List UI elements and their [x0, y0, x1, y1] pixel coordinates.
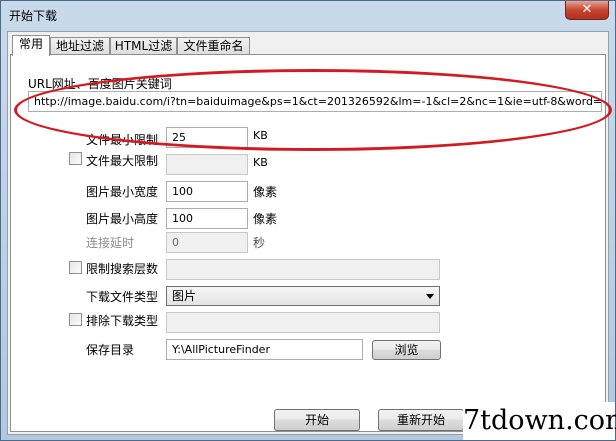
min-width-input[interactable]: 100 [166, 181, 248, 202]
min-width-unit: 像素 [253, 185, 278, 199]
delay-unit: 秒 [253, 236, 266, 250]
min-height-unit: 像素 [253, 212, 278, 226]
depth-input[interactable] [166, 259, 440, 280]
tab-address-filter[interactable]: 地址过滤 [50, 37, 110, 55]
min-height-input[interactable]: 100 [166, 208, 248, 229]
depth-checkbox[interactable] [69, 261, 82, 274]
min-size-unit: KB [253, 129, 268, 142]
max-size-input[interactable] [166, 154, 248, 175]
tab-panel-common: URL网址、百度图片关键词 http://image.baidu.com/i?t… [10, 54, 606, 432]
min-width-label: 图片最小宽度 [86, 185, 159, 199]
start-button[interactable]: 开始 [274, 409, 360, 431]
browse-button[interactable]: 浏览 [372, 340, 441, 360]
file-type-label: 下载文件类型 [86, 290, 159, 304]
min-size-input[interactable]: 25 [166, 127, 248, 148]
dialog-client: 常用 地址过滤 HTML过滤 文件重命名 URL网址、百度图片关键词 http:… [7, 31, 609, 435]
exclude-type-input[interactable] [166, 312, 440, 333]
tab-common[interactable]: 常用 [12, 35, 50, 56]
save-dir-label: 保存目录 [86, 343, 135, 357]
tab-file-rename[interactable]: 文件重命名 [177, 37, 250, 55]
max-size-checkbox[interactable] [69, 152, 82, 165]
close-button[interactable]: ✕ [565, 1, 609, 20]
url-label: URL网址、百度图片关键词 [28, 77, 172, 91]
tab-html-filter[interactable]: HTML过滤 [110, 37, 177, 55]
depth-label: 限制搜索层数 [86, 262, 159, 276]
file-type-select[interactable]: 图片 [166, 286, 440, 306]
watermark: 7tdown.com [463, 402, 616, 440]
min-size-label: 文件最小限制 [86, 133, 159, 147]
max-size-unit: KB [253, 156, 268, 169]
min-height-label: 图片最小高度 [86, 212, 159, 226]
exclude-type-label: 排除下载类型 [86, 314, 159, 328]
dialog-window: 开始下载 ✕ 常用 地址过滤 HTML过滤 文件重命名 URL网址、百度图片关键… [0, 0, 616, 441]
delay-input[interactable]: 0 [166, 232, 248, 253]
exclude-type-checkbox[interactable] [69, 313, 82, 326]
close-icon: ✕ [581, 2, 593, 17]
window-title: 开始下载 [9, 9, 58, 23]
file-type-value: 图片 [172, 289, 197, 303]
title-bar[interactable]: 开始下载 ✕ [1, 1, 615, 29]
save-dir-input[interactable]: Y:\AllPictureFinder [166, 339, 363, 360]
max-size-label: 文件最大限制 [86, 154, 159, 168]
restart-button[interactable]: 重新开始 [378, 409, 464, 431]
chevron-down-icon [426, 294, 434, 299]
delay-label: 连接延时 [86, 236, 135, 250]
url-input[interactable]: http://image.baidu.com/i?tn=baiduimage&p… [28, 91, 602, 112]
